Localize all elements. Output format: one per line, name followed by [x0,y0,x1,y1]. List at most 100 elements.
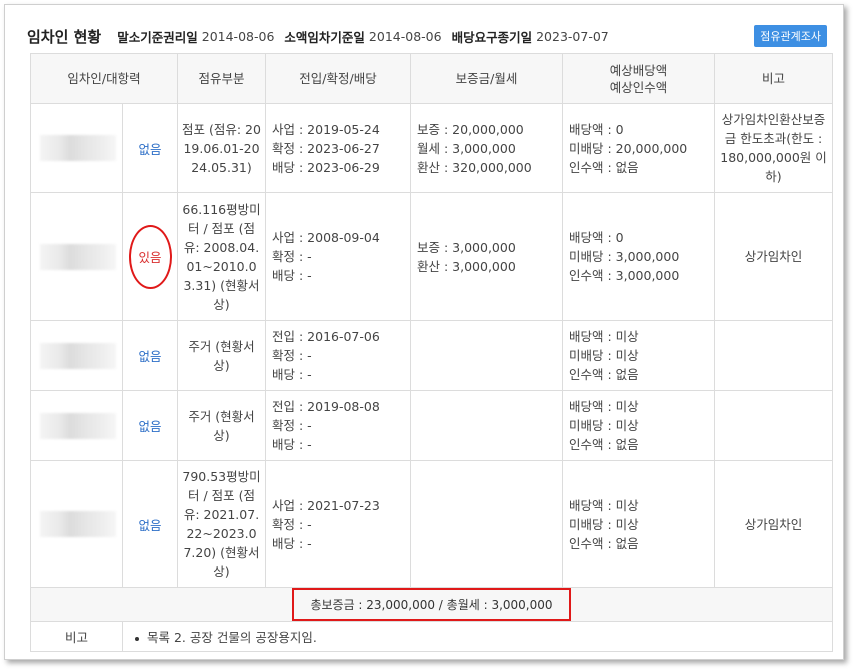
table-header-row: 임차인/대항력 점유부분 전입/확정/배당 보증금/월세 예상배당액 예상인수액… [30,53,833,104]
deposit-line: 보증 : 3,000,000 [417,239,516,255]
small-lease-base-date-label: 소액임차기준일 [284,29,365,45]
col-header-note: 비고 [714,53,833,104]
occupancy-cell: 점포 (점유: 2019.06.01-2024.05.31) [177,103,266,193]
opposing-power-link[interactable]: 없음 [122,320,178,391]
date-line: 전입 : 2016-07-06 [272,329,380,344]
cancellation-base-date-label: 말소기준권리일 [117,29,198,45]
date-line: 사업 : 2008-09-04 [272,230,380,245]
col-header-dividend-line2: 예상인수액 [609,79,668,95]
dividend-line: 인수액 : 없음 [569,159,639,175]
total-deposit-summary: 총보증금 : 23,000,000 / 총월세 : 3,000,000 [292,588,571,621]
date-line: 전입 : 2019-08-08 [272,399,380,414]
table-row: 있음 66.116평방미터 / 점포 (점유: 2008.04.01~2010.… [30,192,833,321]
opposing-power-link[interactable]: 없음 [122,103,178,193]
remark-row: 비고 목록 2. 공장 건물의 공장용지임. [30,621,833,652]
dividend-cell: 배당액 : 0 미배당 : 20,000,000 인수액 : 없음 [562,103,715,193]
deposit-line: 월세 : 3,000,000 [417,140,516,156]
date-line: 배당 : - [272,535,312,551]
col-header-dates: 전입/확정/배당 [265,53,411,104]
date-line: 배당 : 2023-06-29 [272,159,380,175]
dividend-cell: 배당액 : 미상 미배당 : 미상 인수액 : 없음 [562,390,715,461]
dividend-line: 배당액 : 미상 [569,497,639,513]
tenant-name-blurred [30,460,123,588]
deposit-cell: 보증 : 3,000,000 환산 : 3,000,000 [410,192,563,321]
dividend-deadline-label: 배당요구종기일 [451,29,533,45]
tenant-name-blurred [30,320,123,391]
date-line: 배당 : - [272,437,312,452]
dividend-cell: 배당액 : 미상 미배당 : 미상 인수액 : 없음 [562,320,715,391]
dates-cell: 전입 : 2016-07-06 확정 : - 배당 : - [265,320,411,391]
dividend-cell: 배당액 : 0 미배당 : 3,000,000 인수액 : 3,000,000 [562,192,715,321]
occupancy-cell: 주거 (현황서상) [177,390,266,461]
opposing-power-link[interactable]: 있음 [122,192,178,321]
occupancy-cell: 66.116평방미터 / 점포 (점유: 2008.04.01~2010.03.… [177,192,266,321]
date-line: 사업 : 2019-05-24 [272,121,380,137]
small-lease-base-date-value: 2014-08-06 [368,28,442,44]
dividend-line: 인수액 : 없음 [569,535,639,551]
dividend-cell: 배당액 : 미상 미배당 : 미상 인수액 : 없음 [562,460,715,588]
remark-text: 목록 2. 공장 건물의 공장용지임. [147,630,317,645]
remark-label: 비고 [30,621,123,652]
deposit-line: 환산 : 3,000,000 [417,258,516,274]
opposing-power-link[interactable]: 없음 [122,460,178,588]
tenant-name-blurred [30,390,123,461]
table-row: 없음 주거 (현황서상) 전입 : 2019-08-08 확정 : - 배당 :… [30,390,833,461]
summary-cell: 총보증금 : 23,000,000 / 총월세 : 3,000,000 [30,587,833,622]
date-line: 배당 : - [272,367,312,382]
tenant-status-panel: 임차인 현황 말소기준권리일 2014-08-06 소액임차기준일 2014-0… [4,4,844,660]
occupancy-cell: 790.53평방미터 / 점포 (점유: 2021.07.22~2023.07.… [177,460,266,588]
col-header-deposit: 보증금/월세 [410,53,563,104]
dates-cell: 사업 : 2021-07-23 확정 : - 배당 : - [265,460,411,588]
opposing-power-link[interactable]: 없음 [122,390,178,461]
dividend-line: 인수액 : 3,000,000 [569,268,680,283]
cancellation-base-date-value: 2014-08-06 [201,28,275,44]
dividend-line: 배당액 : 0 [569,121,624,137]
col-header-tenant: 임차인/대항력 [30,53,178,104]
note-cell: 상가임차인 [714,192,833,321]
date-line: 확정 : - [272,348,312,363]
dividend-line: 미배당 : 미상 [569,516,639,532]
col-header-dividend: 예상배당액 예상인수액 [562,53,715,104]
panel-title: 임차인 현황 [27,27,102,46]
date-line: 확정 : - [272,418,312,433]
date-line: 사업 : 2021-07-23 [272,497,380,513]
dividend-line: 미배당 : 미상 [569,348,639,363]
note-cell: 상가임차인환산보증금 한도초과(한도 : 180,000,000원 이하) [714,103,833,193]
deposit-cell [410,460,563,588]
remark-content: 목록 2. 공장 건물의 공장용지임. [122,621,833,652]
dividend-line: 미배당 : 미상 [569,418,639,433]
date-line: 확정 : - [272,516,312,532]
date-line: 확정 : - [272,249,312,264]
tenant-table: 임차인/대항력 점유부분 전입/확정/배당 보증금/월세 예상배당액 예상인수액… [30,53,833,652]
bullet-icon [135,636,139,641]
dividend-line: 배당액 : 미상 [569,399,639,414]
deposit-line: 보증 : 20,000,000 [417,121,524,137]
note-cell [714,320,833,391]
occupancy-cell: 주거 (현황서상) [177,320,266,391]
dates-cell: 사업 : 2019-05-24 확정 : 2023-06-27 배당 : 202… [265,103,411,193]
deposit-cell: 보증 : 20,000,000 월세 : 3,000,000 환산 : 320,… [410,103,563,193]
deposit-cell [410,390,563,461]
panel-header: 임차인 현황 말소기준권리일 2014-08-06 소액임차기준일 2014-0… [27,23,827,49]
dividend-line: 인수액 : 없음 [569,437,639,452]
table-row: 없음 790.53평방미터 / 점포 (점유: 2021.07.22~2023.… [30,460,833,588]
dividend-line: 배당액 : 0 [569,230,624,245]
note-cell: 상가임차인 [714,460,833,588]
dividend-deadline-value: 2023-07-07 [536,28,609,44]
dividend-line: 미배당 : 3,000,000 [569,249,680,264]
table-row: 없음 주거 (현황서상) 전입 : 2016-07-06 확정 : - 배당 :… [30,320,833,391]
table-row: 없음 점포 (점유: 2019.06.01-2024.05.31) 사업 : 2… [30,103,833,193]
date-line: 확정 : 2023-06-27 [272,140,380,156]
occupancy-survey-button[interactable]: 점유관계조사 [754,25,827,47]
dividend-line: 미배당 : 20,000,000 [569,140,688,156]
dates-cell: 전입 : 2019-08-08 확정 : - 배당 : - [265,390,411,461]
deposit-line: 환산 : 320,000,000 [417,159,532,175]
note-cell [714,390,833,461]
summary-row: 총보증금 : 23,000,000 / 총월세 : 3,000,000 [30,587,833,622]
dividend-line: 인수액 : 없음 [569,367,639,382]
deposit-cell [410,320,563,391]
dates-cell: 사업 : 2008-09-04 확정 : - 배당 : - [265,192,411,321]
tenant-name-blurred [30,192,123,321]
col-header-occupancy: 점유부분 [177,53,266,104]
dividend-line: 배당액 : 미상 [569,329,639,344]
